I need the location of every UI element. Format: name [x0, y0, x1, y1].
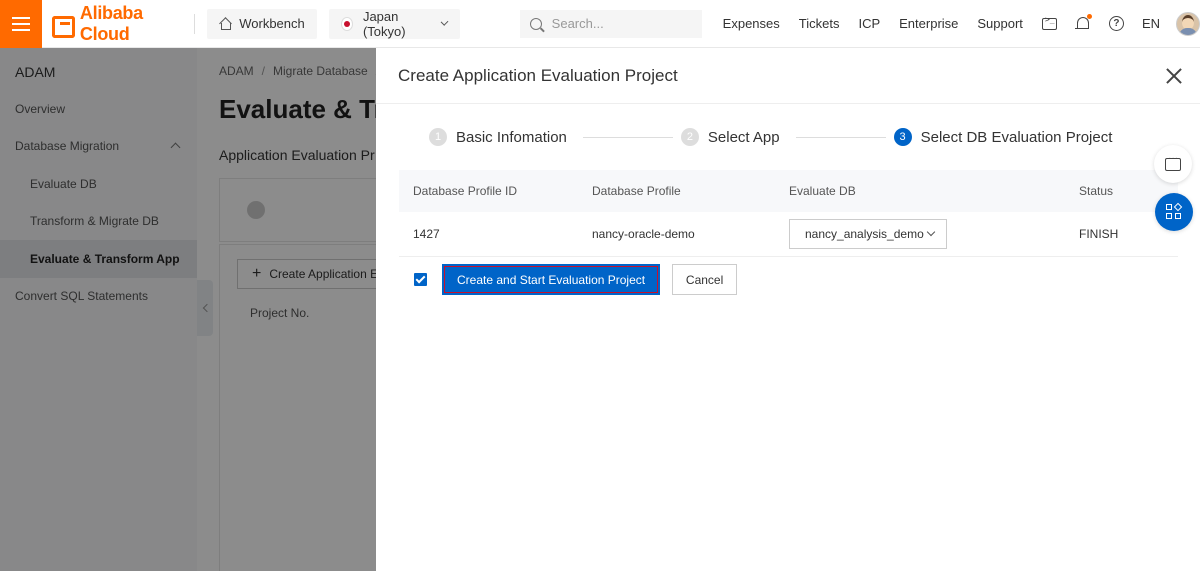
region-selector[interactable]: Japan (Tokyo): [328, 8, 460, 39]
evaluate-db-value: nancy_analysis_demo: [805, 227, 924, 241]
drawer-title: Create Application Evaluation Project: [398, 65, 678, 85]
region-label: Japan (Tokyo): [362, 8, 406, 39]
apps-icon: [1166, 202, 1183, 220]
db-profile-table: Database Profile ID Database Profile Eva…: [399, 170, 1178, 257]
avatar[interactable]: [1176, 11, 1200, 36]
search-input[interactable]: [551, 16, 692, 31]
cancel-button[interactable]: Cancel: [672, 264, 738, 295]
column-header: Database Profile: [592, 184, 681, 198]
step-basic-information: 1 Basic Infomation: [429, 128, 567, 146]
alibaba-logo-icon: [52, 15, 75, 38]
search-icon: [529, 17, 542, 30]
profile-name-cell: nancy-oracle-demo: [592, 227, 695, 241]
profile-id-cell: 1427: [413, 227, 440, 241]
chevron-down-icon: [926, 227, 936, 237]
step-label: Basic Infomation: [456, 128, 567, 146]
chat-icon: [1165, 153, 1181, 171]
divider: [194, 13, 196, 34]
table-row: 1427 nancy-oracle-demo nancy_analysis_de…: [399, 212, 1178, 257]
step-label: Select App: [707, 128, 780, 146]
step-number: 1: [429, 128, 447, 146]
evaluate-db-select[interactable]: nancy_analysis_demo: [789, 219, 947, 249]
search-box[interactable]: [519, 9, 702, 38]
step-select-app: 2 Select App: [680, 128, 780, 146]
bell-icon[interactable]: [1074, 13, 1092, 32]
support-link[interactable]: Support: [977, 16, 1023, 31]
alibaba-cloud-logo[interactable]: Alibaba Cloud: [52, 3, 182, 45]
home-icon: [219, 18, 232, 30]
step-connector: [795, 136, 886, 138]
enterprise-link[interactable]: Enterprise: [899, 16, 958, 31]
help-icon[interactable]: ?: [1108, 16, 1124, 31]
create-and-start-button[interactable]: Create and Start Evaluation Project: [442, 264, 661, 295]
language-switch[interactable]: EN: [1142, 16, 1160, 31]
notification-dot: [1086, 13, 1092, 19]
step-connector: [582, 136, 673, 138]
icp-link[interactable]: ICP: [858, 16, 880, 31]
create-project-drawer: Create Application Evaluation Project 1 …: [376, 48, 1200, 571]
step-number: 3: [893, 128, 912, 146]
table-header: Database Profile ID Database Profile Eva…: [399, 170, 1178, 212]
step-label: Select DB Evaluation Project: [920, 128, 1113, 146]
evaluate-db-cell: nancy_analysis_demo: [789, 219, 1079, 249]
chevron-down-icon: [441, 17, 450, 26]
column-header: Evaluate DB: [789, 184, 856, 198]
workbench-label: Workbench: [239, 16, 305, 31]
step-select-db-evaluation-project: 3 Select DB Evaluation Project: [893, 128, 1113, 146]
status-cell: FINISH: [1079, 227, 1119, 241]
chat-button[interactable]: [1154, 145, 1192, 183]
expenses-link[interactable]: Expenses: [723, 16, 780, 31]
terminal-icon[interactable]: [1041, 15, 1057, 30]
workbench-button[interactable]: Workbench: [207, 8, 317, 39]
japan-flag-icon: [340, 16, 353, 31]
column-header: Database Profile ID: [413, 184, 518, 198]
overlay-mask[interactable]: [0, 48, 376, 571]
top-navigation-bar: Alibaba Cloud Workbench Japan (Tokyo) Ex…: [0, 0, 1200, 48]
menu-icon[interactable]: [0, 0, 43, 48]
apps-button[interactable]: [1155, 193, 1193, 231]
step-number: 2: [680, 128, 699, 146]
drawer-actions: Create and Start Evaluation Project Canc…: [414, 264, 738, 295]
brand-name: Alibaba Cloud: [79, 2, 143, 44]
close-icon[interactable]: [1166, 68, 1182, 84]
confirm-checkbox[interactable]: [414, 273, 427, 286]
tickets-link[interactable]: Tickets: [799, 16, 840, 31]
top-links: Expenses Tickets ICP Enterprise Support …: [723, 11, 1200, 36]
wizard-steps: 1 Basic Infomation 2 Select App 3 Select…: [429, 128, 1112, 146]
drawer-header: Create Application Evaluation Project: [376, 48, 1200, 104]
